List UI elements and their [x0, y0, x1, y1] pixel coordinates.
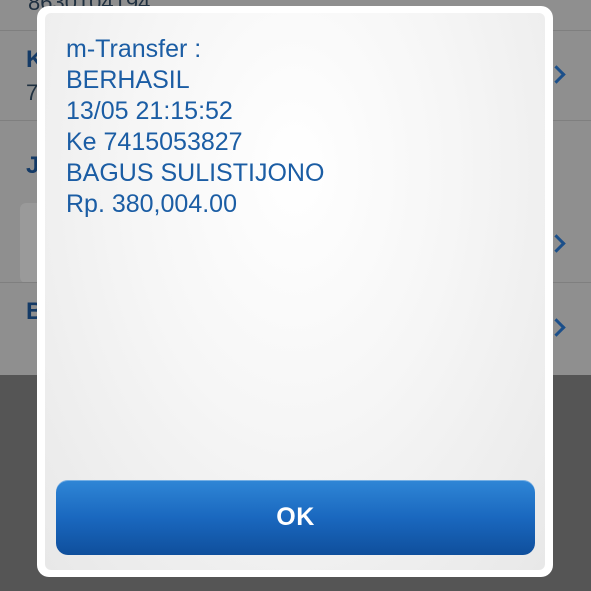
message-timestamp: 13/05 21:15:52: [66, 97, 233, 125]
message-amount: Rp. 380,004.00: [66, 190, 237, 218]
message-title: m-Transfer :: [66, 35, 202, 63]
ok-button[interactable]: OK: [56, 480, 535, 555]
transfer-result-dialog: m-Transfer : BERHASIL 13/05 21:15:52 Ke …: [37, 6, 553, 577]
message-status: BERHASIL: [66, 66, 190, 94]
dialog-message: m-Transfer : BERHASIL 13/05 21:15:52 Ke …: [66, 34, 525, 220]
message-destination-account: Ke 7415053827: [66, 128, 243, 156]
message-recipient-name: BAGUS SULISTIJONO: [66, 159, 325, 187]
screen: 8630104194 K 7 J B m-Transfer : BERHASIL…: [0, 0, 591, 591]
dialog-body: m-Transfer : BERHASIL 13/05 21:15:52 Ke …: [45, 13, 545, 570]
